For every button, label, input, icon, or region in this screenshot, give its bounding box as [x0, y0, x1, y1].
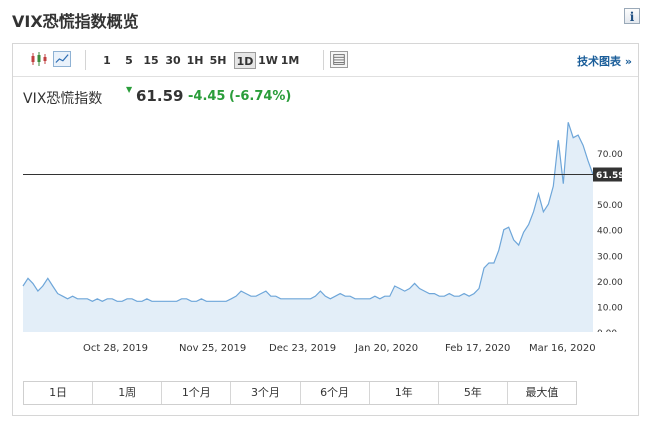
current-value-label: 61.59 — [596, 171, 624, 181]
y-tick-label: 0.00 — [597, 329, 617, 332]
y-tick-label: 40.00 — [597, 227, 623, 237]
range-button-5[interactable]: 1年 — [370, 382, 439, 404]
instrument-name: VIX恐慌指数 — [23, 91, 103, 107]
candlestick-icon[interactable] — [30, 51, 48, 67]
y-tick-label: 70.00 — [597, 150, 623, 160]
table-icon[interactable] — [330, 51, 348, 68]
info-icon[interactable]: i — [624, 8, 640, 24]
y-tick-label: 20.00 — [597, 278, 623, 288]
timeframe-1h[interactable]: 1H — [186, 52, 204, 69]
range-button-6[interactable]: 5年 — [439, 382, 508, 404]
y-tick-label: 10.00 — [597, 303, 623, 313]
range-button-1[interactable]: 1周 — [93, 382, 163, 404]
chart-widget: 1 5 15 30 1H 5H 1D 1W 1M 技术图表 » VIX恐慌指数 ▼ 61.59 … — [12, 43, 639, 416]
x-tick-label: Feb 17, 2020 — [445, 343, 511, 354]
timeframe-5[interactable]: 5 — [123, 52, 135, 69]
range-button-7[interactable]: 最大值 — [508, 382, 576, 404]
range-button-2[interactable]: 1个月 — [162, 382, 232, 404]
x-tick-label: Mar 16, 2020 — [529, 343, 596, 354]
x-tick-label: Nov 25, 2019 — [179, 343, 247, 354]
range-button-4[interactable]: 6个月 — [301, 382, 370, 404]
price-change: -4.45 — [188, 89, 226, 104]
timeframe-1m[interactable]: 1M — [280, 52, 300, 69]
toolbar-separator — [85, 50, 86, 70]
down-arrow-icon: ▼ — [126, 85, 133, 94]
timeframe-15[interactable]: 15 — [143, 52, 159, 69]
timeframe-5h[interactable]: 5H — [209, 52, 227, 69]
x-tick-label: Jan 20, 2020 — [355, 343, 419, 354]
page-title: VIX恐慌指数概览 — [12, 12, 139, 31]
x-tick-label: Oct 28, 2019 — [83, 343, 148, 354]
timeframe-1[interactable]: 1 — [101, 52, 113, 69]
timeframe-1w[interactable]: 1W — [258, 52, 278, 69]
timeframe-30[interactable]: 30 — [165, 52, 181, 69]
y-tick-label: 50.00 — [597, 201, 623, 211]
x-tick-label: Dec 23, 2019 — [269, 343, 337, 354]
price-chart[interactable]: 英为财情Investing.com0.0010.0020.0030.0040.0… — [13, 112, 638, 332]
range-button-3[interactable]: 3个月 — [231, 382, 301, 404]
chart-toolbar: 1 5 15 30 1H 5H 1D 1W 1M 技术图表 » — [13, 44, 638, 77]
last-price: 61.59 — [136, 87, 184, 105]
toolbar-separator — [323, 50, 324, 70]
range-selector: 1日 1周 1个月 3个月 6个月 1年 5年 最大值 — [23, 381, 577, 405]
line-chart-icon[interactable] — [53, 51, 71, 67]
technical-chart-link[interactable]: 技术图表 » — [577, 53, 632, 69]
timeframe-1d[interactable]: 1D — [234, 52, 256, 69]
price-change-percent: (-6.74%) — [229, 89, 292, 104]
range-button-0[interactable]: 1日 — [24, 382, 94, 404]
y-tick-label: 30.00 — [597, 252, 623, 262]
